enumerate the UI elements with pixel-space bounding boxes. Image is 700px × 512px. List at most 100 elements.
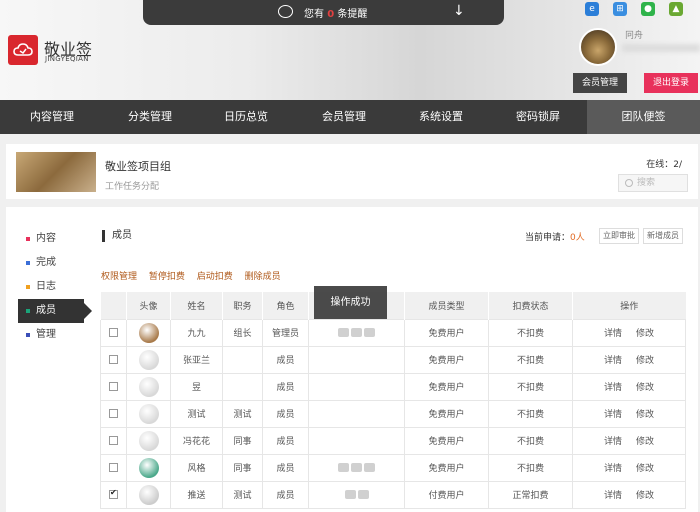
row-checkbox-cell (100, 399, 127, 428)
user-avatar[interactable] (579, 28, 617, 66)
edit-link[interactable]: 修改 (636, 437, 654, 447)
edit-link[interactable]: 修改 (636, 464, 654, 474)
avatar[interactable] (138, 403, 159, 424)
member-name: 昱 (170, 372, 223, 401)
row-checkbox[interactable] (109, 488, 118, 499)
message-icon[interactable] (344, 489, 356, 499)
start-billing-link[interactable]: 启动扣费 (197, 272, 233, 282)
member-management-button[interactable]: 会员管理 (573, 73, 627, 93)
project-subtitle: 工作任务分配 (105, 182, 160, 192)
nav-members[interactable]: 会员管理 (322, 100, 366, 134)
sidebar-item-manage[interactable]: 管理 (18, 323, 84, 347)
nav-calendar[interactable]: 日历总览 (224, 100, 268, 134)
reminder-bar[interactable]: 您有 0 条提醒 ↓ (143, 0, 504, 25)
row-checkbox-cell (100, 345, 127, 374)
android-icon[interactable]: ▲ (669, 2, 683, 16)
search-input[interactable]: 搜索 (618, 174, 688, 192)
member-title (222, 372, 263, 401)
detail-link[interactable]: 详情 (604, 329, 622, 339)
logo (8, 35, 38, 65)
edit-link[interactable]: 修改 (636, 383, 654, 393)
detail-link[interactable]: 详情 (604, 464, 622, 474)
avatar[interactable] (138, 376, 159, 397)
table-header: 头像 姓名 职务 角色 成员类型 扣费状态 操作 (100, 292, 686, 319)
avatar[interactable] (138, 430, 159, 451)
approve-button[interactable]: 立即审批 (599, 228, 639, 244)
sidebar-dot (26, 309, 30, 313)
online-count: 在线：2/ (646, 160, 682, 170)
nav-lock[interactable]: 密码锁屏 (516, 100, 560, 134)
members-content: 成员 当前申请：0人 立即审批 新增成员 权限管理 暂停扣费 启动扣费 删除成员… (100, 207, 692, 512)
permission-link[interactable]: 权限管理 (101, 272, 137, 282)
message-icon[interactable] (357, 489, 369, 499)
reminder-count: 0 (327, 9, 335, 20)
windows-icon[interactable]: ⊞ (613, 2, 627, 16)
search-icon (625, 179, 633, 187)
edit-link[interactable]: 修改 (636, 329, 654, 339)
avatar[interactable] (138, 457, 159, 478)
row-checkbox[interactable] (109, 435, 118, 445)
billing-status: 不扣费 (488, 345, 573, 374)
edit-link[interactable]: 修改 (636, 491, 654, 501)
row-checkbox[interactable] (109, 408, 118, 418)
nav-content[interactable]: 内容管理 (30, 100, 74, 134)
member-title: 测试 (222, 480, 263, 509)
ie-icon[interactable]: e (585, 2, 599, 16)
avatar[interactable] (138, 484, 159, 505)
avatar[interactable] (138, 322, 159, 343)
sidebar-item-done[interactable]: 完成 (18, 251, 84, 275)
billing-status: 不扣费 (488, 372, 573, 401)
message-icon[interactable] (364, 327, 375, 337)
member-role: 成员 (262, 372, 309, 401)
message-icon[interactable] (351, 327, 362, 337)
sidebar-dot (26, 285, 30, 289)
chat-icon (278, 5, 293, 18)
row-actions: 详情 修改 (572, 318, 686, 347)
member-role: 管理员 (262, 318, 309, 347)
member-name: 冯花花 (170, 426, 223, 455)
apple-icon[interactable]: ● (641, 2, 655, 16)
member-title: 组长 (222, 318, 263, 347)
member-role: 成员 (262, 345, 309, 374)
row-actions: 详情 修改 (572, 345, 686, 374)
row-checkbox[interactable] (109, 354, 118, 364)
detail-link[interactable]: 详情 (604, 491, 622, 501)
nav-category[interactable]: 分类管理 (128, 100, 172, 134)
nav-settings[interactable]: 系统设置 (419, 100, 463, 134)
logout-button[interactable]: 退出登录 (644, 73, 698, 93)
avatar[interactable] (138, 349, 159, 370)
detail-link[interactable]: 详情 (604, 383, 622, 393)
project-title: 敬业签项目组 (105, 160, 171, 173)
members-table: 头像 姓名 职务 角色 成员类型 扣费状态 操作 九九 组长 管理员 免费用户 不扣费详… (100, 292, 686, 509)
brand-subtitle: JINGYEQIAN (45, 55, 89, 63)
detail-link[interactable]: 详情 (604, 410, 622, 420)
nav-team-notes[interactable]: 团队便签 (587, 100, 700, 134)
message-icon[interactable] (351, 462, 362, 472)
member-role: 成员 (262, 453, 309, 482)
contact-cell (308, 345, 405, 374)
edit-link[interactable]: 修改 (636, 410, 654, 420)
delete-member-link[interactable]: 删除成员 (245, 272, 281, 282)
row-checkbox[interactable] (109, 327, 118, 337)
avatar-cell (126, 480, 171, 509)
edit-link[interactable]: 修改 (636, 356, 654, 366)
sidebar-item-members[interactable]: 成员 (18, 299, 92, 323)
col-billing: 扣费状态 (488, 292, 573, 319)
message-icon[interactable] (338, 462, 349, 472)
message-icon[interactable] (364, 462, 375, 472)
row-checkbox[interactable] (109, 462, 118, 472)
row-checkbox-cell (100, 318, 127, 347)
message-icon[interactable] (338, 327, 349, 337)
download-icon[interactable]: ↓ (453, 3, 465, 19)
detail-link[interactable]: 详情 (604, 356, 622, 366)
pause-billing-link[interactable]: 暂停扣费 (149, 272, 185, 282)
add-member-button[interactable]: 新增成员 (643, 228, 683, 244)
sidebar-item-log[interactable]: 日志 (18, 275, 84, 299)
billing-status: 不扣费 (488, 399, 573, 428)
contact-cell (308, 480, 405, 509)
member-title: 同事 (222, 453, 263, 482)
detail-link[interactable]: 详情 (604, 437, 622, 447)
avatar-cell (126, 399, 171, 428)
sidebar-item-content[interactable]: 内容 (18, 227, 84, 251)
row-checkbox[interactable] (109, 381, 118, 391)
